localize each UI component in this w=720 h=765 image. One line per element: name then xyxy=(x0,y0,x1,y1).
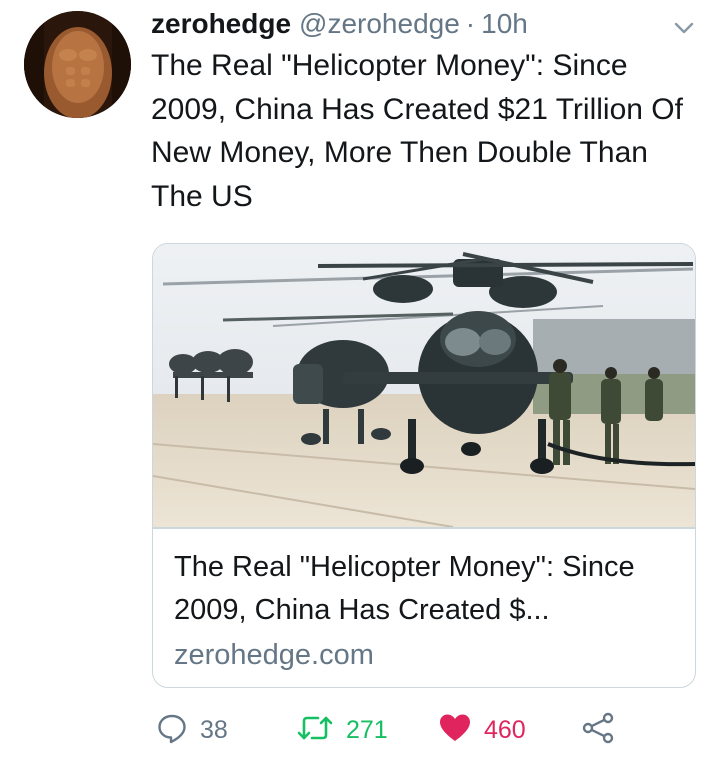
link-card[interactable]: The Real "Helicopter Money": Since 2009,… xyxy=(152,243,696,688)
card-title[interactable]: The Real "Helicopter Money": Since 2009,… xyxy=(174,546,679,632)
reply-button[interactable]: 38 xyxy=(156,713,228,747)
like-count: 460 xyxy=(484,715,526,744)
like-button[interactable]: 460 xyxy=(438,713,526,747)
retweet-button[interactable]: 271 xyxy=(296,713,388,747)
tweet-text: The Real "Helicopter Money": Since 2009,… xyxy=(151,49,683,213)
share-button[interactable] xyxy=(581,712,615,749)
chevron-down-icon[interactable] xyxy=(672,18,696,38)
separator-dot: · xyxy=(465,8,476,39)
retweet-arrows-icon xyxy=(296,712,334,749)
reply-count: 38 xyxy=(200,715,228,744)
avatar[interactable] xyxy=(24,11,131,118)
tweet[interactable]: zerohedge @zerohedge · 10h The Real "Hel… xyxy=(0,0,720,765)
avatar-image xyxy=(24,11,131,118)
share-nodes-icon xyxy=(581,712,615,749)
card-image xyxy=(153,244,695,527)
card-divider xyxy=(153,527,695,529)
display-name[interactable]: zerohedge xyxy=(151,8,291,40)
tweet-actions: 38 271 460 xyxy=(0,705,720,755)
retweet-count: 271 xyxy=(346,715,388,744)
timestamp[interactable]: 10h xyxy=(481,8,528,40)
tweet-header: zerohedge @zerohedge · 10h xyxy=(151,6,528,42)
card-domain[interactable]: zerohedge.com xyxy=(174,635,374,675)
user-handle[interactable]: @zerohedge xyxy=(299,8,460,40)
heart-filled-icon xyxy=(438,712,472,749)
speech-bubble-icon xyxy=(156,712,188,749)
